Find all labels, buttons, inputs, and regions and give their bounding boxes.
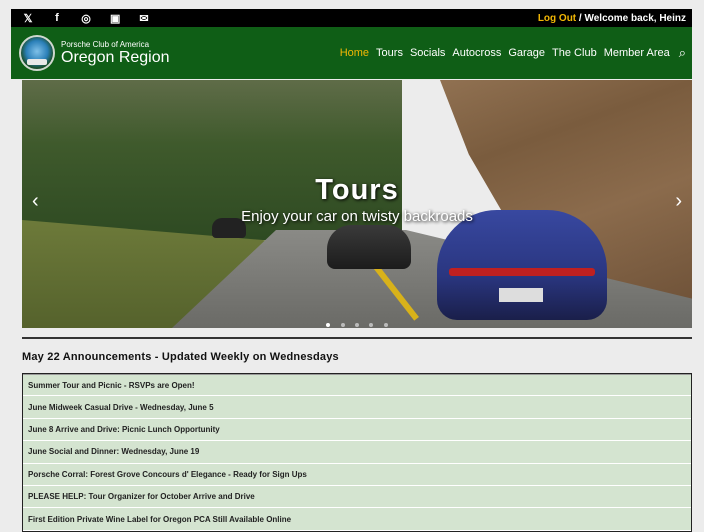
announcements-heading: May 22 Announcements - Updated Weekly on…	[22, 351, 339, 363]
announcement-item[interactable]: June Social and Dinner: Wednesday, June …	[23, 441, 691, 464]
hero-image-car-mid	[327, 225, 411, 269]
nav-item-member-area[interactable]: Member Area	[604, 47, 670, 59]
social-links: 𝕏 f ◎ ▣ ✉	[17, 12, 149, 25]
nav-menu: Home Tours Socials Autocross Garage The …	[340, 45, 692, 61]
search-icon[interactable]: ⌕	[679, 45, 686, 61]
car-plate	[499, 288, 543, 302]
nav-item-the-club[interactable]: The Club	[552, 47, 597, 59]
youtube-icon[interactable]: ▣	[110, 12, 120, 25]
pca-oregon-logo[interactable]	[19, 35, 55, 71]
car-taillight	[449, 268, 595, 276]
brand-title: Oregon Region	[61, 48, 170, 66]
announcement-item[interactable]: First Edition Private Wine Label for Ore…	[23, 508, 691, 531]
nav-item-socials[interactable]: Socials	[410, 47, 445, 59]
announcement-item[interactable]: PLEASE HELP: Tour Organizer for October …	[23, 485, 691, 509]
announcements-list: Summer Tour and Picnic - RSVPs are Open!…	[22, 373, 692, 532]
account-links: Log Out / Welcome back, Heinz	[538, 13, 686, 24]
top-bar: 𝕏 f ◎ ▣ ✉ Log Out / Welcome back, Heinz	[11, 9, 692, 27]
nav-item-home[interactable]: Home	[340, 47, 369, 59]
instagram-icon[interactable]: ◎	[81, 12, 91, 25]
hero-title: Tours	[315, 174, 399, 206]
nav-item-autocross[interactable]: Autocross	[452, 47, 501, 59]
section-divider	[22, 337, 692, 339]
carousel-next-icon[interactable]: ›	[675, 190, 682, 213]
nav-item-tours[interactable]: Tours	[376, 47, 403, 59]
carousel-dot[interactable]	[340, 323, 345, 327]
main-nav: Porsche Club of America Oregon Region Ho…	[11, 27, 692, 79]
carousel-indicators	[22, 314, 692, 328]
brand-small-text: Porsche Club of America	[61, 39, 150, 49]
announcement-item[interactable]: Porsche Corral: Forest Grove Concours d'…	[23, 463, 691, 486]
hero-image-car-blue	[437, 210, 607, 320]
hero-subtitle: Enjoy your car on twisty backroads	[241, 208, 473, 225]
facebook-icon[interactable]: f	[52, 12, 62, 24]
carousel-dot[interactable]	[355, 323, 359, 327]
site-brand[interactable]: Porsche Club of America Oregon Region	[61, 39, 170, 66]
carousel-prev-icon[interactable]: ‹	[32, 190, 39, 213]
carousel-dot[interactable]	[326, 323, 331, 327]
announcement-item[interactable]: June 8 Arrive and Drive: Picnic Lunch Op…	[23, 418, 691, 442]
carousel-dot[interactable]	[369, 323, 374, 327]
logout-link[interactable]: Log Out	[538, 13, 576, 24]
announcement-item[interactable]: Summer Tour and Picnic - RSVPs are Open!	[23, 374, 691, 397]
nav-item-garage[interactable]: Garage	[508, 47, 545, 59]
welcome-text: / Welcome back, Heinz	[576, 12, 686, 24]
mail-icon[interactable]: ✉	[139, 12, 149, 25]
carousel-dot[interactable]	[383, 323, 388, 327]
twitter-icon[interactable]: 𝕏	[23, 12, 33, 25]
hero-carousel[interactable]: Tours Enjoy your car on twisty backroads…	[22, 80, 692, 328]
announcement-item[interactable]: June Midweek Casual Drive - Wednesday, J…	[23, 396, 691, 419]
